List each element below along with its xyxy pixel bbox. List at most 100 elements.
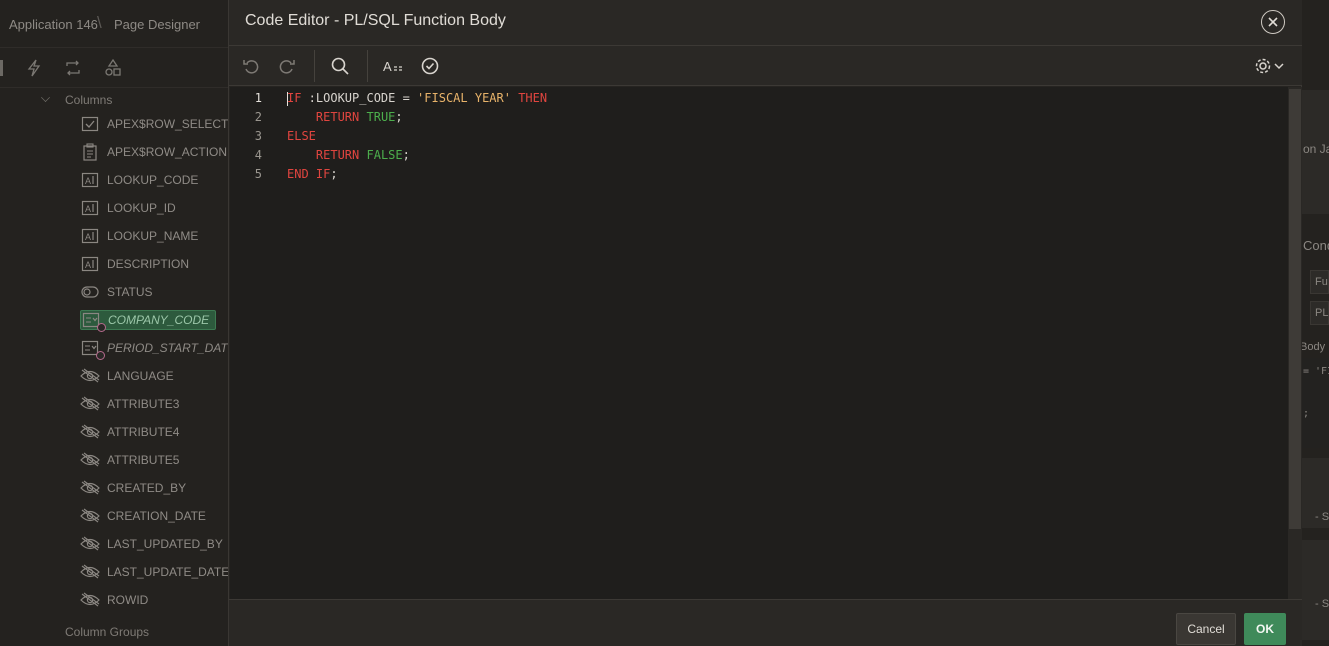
property-field-value: Fu (1315, 276, 1328, 288)
code-text: :LOOKUP_CODE = (301, 91, 418, 105)
hidden-eye-icon (80, 423, 100, 441)
autocomplete-button[interactable]: A (382, 55, 408, 77)
page-designer-screen: Application 146 \ Page Designer Columns … (0, 0, 1329, 646)
code-keyword: IF (315, 167, 331, 181)
tree-item-column[interactable]: CREATED_BY (80, 478, 186, 498)
redo-icon (279, 60, 295, 74)
scrollbar-thumb[interactable] (1289, 89, 1301, 529)
toolbar-divider (367, 50, 368, 82)
tree-item-column[interactable]: STATUS (80, 282, 153, 302)
tree-item-column[interactable]: COMPANY_CODE (80, 310, 217, 332)
breadcrumb-application[interactable]: Application 146 (9, 17, 98, 32)
line-number: 4 (254, 148, 262, 162)
ok-button[interactable]: OK (1244, 613, 1286, 645)
line-number: 1 (254, 91, 262, 105)
lightning-icon[interactable] (24, 58, 44, 78)
tree-item-column[interactable]: ATTRIBUTE5 (80, 450, 179, 470)
tree-item-label: APEX$ROW_ACTION (107, 145, 228, 159)
search-icon (331, 57, 349, 75)
undo-button[interactable] (240, 55, 262, 77)
text-field-icon: A (80, 171, 100, 189)
code-text: ; (330, 167, 338, 181)
property-field-value: PL (1315, 307, 1329, 319)
settings-button[interactable] (1254, 55, 1286, 77)
tree-item-label: CREATION_DATE (107, 509, 206, 523)
dialog-title: Code Editor - PL/SQL Function Body (245, 12, 506, 29)
columns-node-label[interactable]: Columns (65, 93, 112, 107)
tree-item-column[interactable]: A LOOKUP_CODE (80, 170, 198, 190)
code-boolean: FALSE (366, 148, 403, 162)
property-label: Body (1300, 341, 1326, 353)
tree-item-label: CREATED_BY (107, 481, 187, 495)
tree-item-label: ROWID (107, 593, 149, 607)
tree-item-column[interactable]: APEX$ROW_ACTION (80, 142, 227, 162)
breadcrumb-page-designer[interactable]: Page Designer (114, 17, 200, 32)
chevron-down-icon[interactable] (41, 93, 50, 102)
svg-text:A: A (85, 232, 91, 242)
tree-item-column[interactable]: LANGUAGE (80, 366, 174, 386)
tree-item-label: ATTRIBUTE4 (107, 425, 180, 439)
hidden-eye-icon (80, 563, 100, 581)
hidden-eye-icon (80, 507, 100, 525)
code-line: END IF; (287, 167, 338, 181)
hidden-eye-icon (80, 367, 100, 385)
property-group-block (1302, 540, 1329, 640)
tree-item-column[interactable]: ROWID (80, 590, 148, 610)
editor-scrollbar[interactable] (1288, 87, 1302, 599)
tree-item-label: DESCRIPTION (107, 257, 190, 271)
tree-item-label: PERIOD_START_DATE (107, 341, 236, 355)
hidden-eye-icon (80, 591, 100, 609)
hidden-eye-icon (80, 479, 100, 497)
tree-item-label: STATUS (107, 285, 153, 299)
code-boolean: TRUE (366, 110, 396, 124)
text-cursor (287, 92, 288, 106)
tree-item-column[interactable]: PERIOD_START_DATE (80, 338, 236, 360)
code-keyword: IF (287, 91, 302, 105)
text-field-icon: A (80, 199, 100, 217)
svg-text:A: A (85, 176, 91, 186)
tree-item-column[interactable]: ATTRIBUTE4 (80, 422, 179, 442)
code-line: ELSE (287, 129, 316, 143)
code-line: IF :LOOKUP_CODE = 'FISCAL YEAR' THEN (287, 91, 547, 105)
svg-text:A: A (383, 59, 392, 74)
tree-item-column[interactable]: LAST_UPDATED_BY (80, 534, 223, 554)
tree-item-label: LANGUAGE (107, 369, 174, 383)
rendering-tree: Columns APEX$ROW_SELECTOR APEX$ROW_ACTION… (0, 88, 246, 646)
tree-item-column[interactable]: A LOOKUP_ID (80, 198, 176, 218)
autocomplete-icon: A (383, 59, 402, 74)
code-keyword: RETURN (315, 110, 360, 124)
cancel-button[interactable]: Cancel (1176, 613, 1236, 645)
line-number: 5 (254, 167, 262, 181)
property-select-value: - S (1315, 511, 1329, 523)
search-button[interactable] (329, 55, 351, 77)
code-editor-area[interactable]: 1 2 3 4 5 IF :LOOKUP_CODE = 'FISCAL YEAR… (230, 87, 1288, 599)
code-editor-dialog: Code Editor - PL/SQL Function Body A 1 2… (228, 0, 1302, 646)
hidden-eye-icon (80, 451, 100, 469)
code-preview-text: ; (1303, 408, 1310, 419)
line-number: 3 (254, 129, 262, 143)
text-field-icon: A (80, 255, 100, 273)
editor-toolbar: A (229, 46, 1302, 86)
property-group-heading: Cond (1303, 238, 1329, 253)
column-groups-node-label[interactable]: Column Groups (65, 625, 149, 639)
error-badge-icon (97, 323, 106, 332)
tree-item-label: COMPANY_CODE (108, 313, 210, 327)
tree-item-column[interactable]: APEX$ROW_SELECTOR (80, 114, 246, 134)
code-keyword: END (287, 167, 309, 181)
code-keyword: RETURN (315, 148, 360, 162)
line-number-gutter: 1 2 3 4 5 (230, 87, 278, 599)
tree-item-column[interactable]: ATTRIBUTE3 (80, 394, 179, 414)
code-line: RETURN FALSE; (287, 148, 410, 162)
close-button[interactable] (1261, 10, 1285, 34)
tree-item-column[interactable]: A DESCRIPTION (80, 254, 189, 274)
processing-icon[interactable] (63, 58, 83, 78)
code-preview-text: = 'FI (1303, 366, 1329, 377)
validate-button[interactable] (419, 55, 441, 77)
shared-components-icon[interactable] (103, 58, 123, 78)
tree-item-column[interactable]: LAST_UPDATE_DATE (80, 562, 229, 582)
redo-button[interactable] (276, 55, 298, 77)
svg-text:A: A (85, 204, 91, 214)
tree-item-column[interactable]: A LOOKUP_NAME (80, 226, 198, 246)
tree-item-column[interactable]: CREATION_DATE (80, 506, 206, 526)
